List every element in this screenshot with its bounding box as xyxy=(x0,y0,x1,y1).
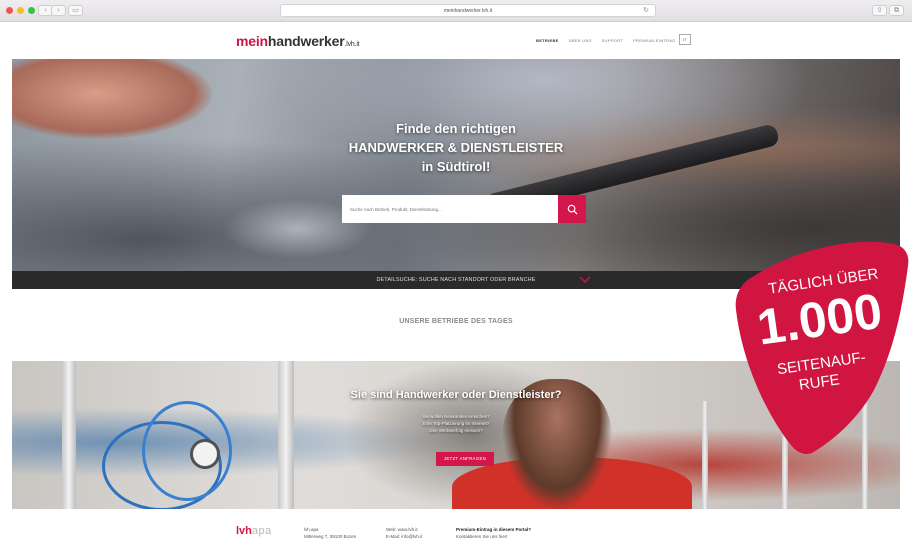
search-input[interactable] xyxy=(342,195,558,223)
pipe-image xyxy=(278,361,294,509)
footer-web-link[interactable]: Web: www.lvh.it xyxy=(386,526,422,533)
main-nav: BETRIEBE ÜBER UNS SUPPORT PREMIUM-EINTRA… xyxy=(536,38,676,43)
hero-line-2: HANDWERKER & DIENSTLEISTER xyxy=(348,140,564,155)
request-now-button[interactable]: JETZT ANFRAGEN xyxy=(436,452,494,466)
close-window-button[interactable] xyxy=(6,7,13,14)
footer-premium: Premium-Eintrag in diesem Portal? Kontak… xyxy=(456,526,531,540)
apa-logo-part: apa xyxy=(251,525,272,537)
nav-item-ueber-uns[interactable]: ÜBER UNS xyxy=(569,38,592,43)
reload-icon[interactable]: ↻ xyxy=(643,5,649,17)
search-icon xyxy=(567,204,578,215)
logo-mein: mein xyxy=(236,33,268,49)
footer-street: Mitterweg 7, 39100 Bozen xyxy=(304,534,357,539)
nav-item-premium-eintrag[interactable]: PREMIUM-EINTRAG xyxy=(633,38,676,43)
address-bar[interactable]: meinhandwerker.lvh.it ↻ xyxy=(280,4,656,17)
footer-contact: Web: www.lvh.it E-Mail: info@lvh.it xyxy=(386,526,422,540)
browser-toolbar: ‹ › ▭ meinhandwerker.lvh.it ↻ ⇧ ⧉ xyxy=(0,0,912,22)
pressure-gauge-image xyxy=(190,439,220,469)
nav-item-betriebe[interactable]: BETRIEBE xyxy=(536,38,559,43)
footer-email-link[interactable]: E-Mail: info@lvh.it xyxy=(386,533,422,540)
share-icon[interactable]: ⇧ xyxy=(872,5,887,16)
site-header: meinhandwerker.lvh.it BETRIEBE ÜBER UNS … xyxy=(12,23,900,59)
search-button[interactable] xyxy=(558,195,586,223)
hero-line-1: Finde den richtigen xyxy=(396,121,516,136)
minimize-window-button[interactable] xyxy=(17,7,24,14)
zoom-window-button[interactable] xyxy=(28,7,35,14)
footer-org-name: lvh.apa xyxy=(304,527,319,532)
chevron-down-icon xyxy=(579,276,591,283)
lvh-logo-part: lvh xyxy=(236,525,252,537)
footer-premium-title: Premium-Eintrag in diesem Portal? xyxy=(456,527,532,532)
lvh-apa-logo[interactable]: lvhapa xyxy=(236,525,272,537)
tabs-icon[interactable]: ⧉ xyxy=(889,5,904,16)
logo-handwerker: handwerker xyxy=(267,33,345,49)
language-switch[interactable]: IT xyxy=(679,34,691,45)
address-text: meinhandwerker.lvh.it xyxy=(443,8,493,14)
window-controls xyxy=(6,7,35,14)
hero-headline: Finde den richtigen HANDWERKER & DIENSTL… xyxy=(12,119,900,176)
promo-badge: TÄGLICH ÜBER 1.000 SEITENAUF- RUFE xyxy=(735,241,909,454)
logo-tld: .lvh.it xyxy=(344,41,360,48)
nav-item-support[interactable]: SUPPORT xyxy=(602,38,623,43)
pipe-image xyxy=(62,361,76,509)
sidebar-icon[interactable]: ▭ xyxy=(68,5,83,16)
footer-premium-link[interactable]: Kontaktieren Sie uns hier! xyxy=(456,533,531,540)
site-footer: lvhapa lvh.apa Mitterweg 7, 39100 Bozen … xyxy=(12,509,900,554)
site-logo[interactable]: meinhandwerker.lvh.it xyxy=(236,33,360,49)
footer-address: lvh.apa Mitterweg 7, 39100 Bozen xyxy=(304,526,356,540)
forward-icon[interactable]: › xyxy=(51,5,66,16)
hero-line-3: in Südtirol! xyxy=(421,159,491,174)
